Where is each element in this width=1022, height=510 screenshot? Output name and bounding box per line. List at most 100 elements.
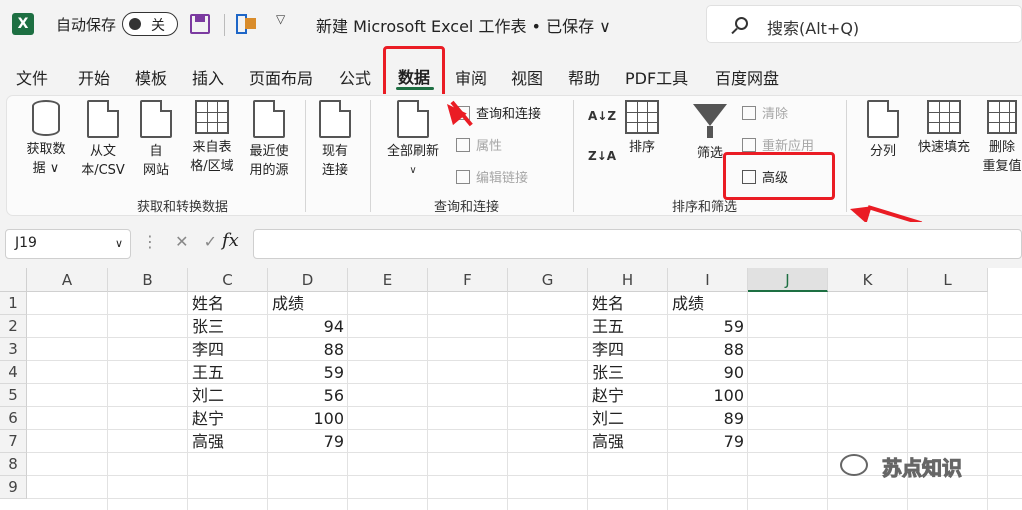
recent-sources-button[interactable]: 最近使 用的源 bbox=[243, 100, 295, 180]
cell-i5[interactable]: 100 bbox=[668, 384, 748, 407]
cell-c6[interactable]: 赵宁 bbox=[188, 407, 268, 430]
tab-baidu-netdisk[interactable]: 百度网盘 bbox=[715, 65, 779, 89]
column-header-f[interactable]: F bbox=[428, 268, 508, 292]
tab-view[interactable]: 视图 bbox=[511, 65, 543, 89]
divider bbox=[370, 100, 371, 212]
recent-sources-label-2: 用的源 bbox=[249, 163, 289, 178]
row-header-1[interactable]: 1 bbox=[0, 292, 27, 315]
tab-page-layout[interactable]: 页面布局 bbox=[249, 65, 313, 89]
column-header-b[interactable]: B bbox=[108, 268, 188, 292]
row-header-5[interactable]: 5 bbox=[0, 384, 27, 407]
split-label: 分列 bbox=[869, 144, 896, 159]
cell-d2[interactable]: 94 bbox=[268, 315, 348, 338]
autosave-toggle[interactable]: 关 bbox=[122, 12, 178, 36]
column-header-g[interactable]: G bbox=[508, 268, 588, 292]
refresh-all-button[interactable]: 全部刷新 ∨ bbox=[380, 100, 446, 180]
cell-d6[interactable]: 100 bbox=[268, 407, 348, 430]
cell-h4[interactable]: 张三 bbox=[588, 361, 668, 384]
cell-c4[interactable]: 王五 bbox=[188, 361, 268, 384]
cell-h5[interactable]: 赵宁 bbox=[588, 384, 668, 407]
tab-formulas[interactable]: 公式 bbox=[339, 65, 371, 89]
cell-c7[interactable]: 高强 bbox=[188, 430, 268, 453]
tab-home[interactable]: 开始 bbox=[78, 65, 110, 89]
column-header-i[interactable]: I bbox=[668, 268, 748, 292]
database-icon bbox=[32, 100, 60, 136]
from-web-button[interactable]: 自 网站 bbox=[134, 100, 178, 180]
tab-templates[interactable]: 模板 bbox=[135, 65, 167, 89]
cell-i3[interactable]: 88 bbox=[668, 338, 748, 361]
tab-help[interactable]: 帮助 bbox=[568, 65, 600, 89]
flash-fill-button[interactable]: 快速填充 bbox=[910, 100, 978, 157]
column-header-k[interactable]: K bbox=[828, 268, 908, 292]
cell-i1[interactable]: 成绩 bbox=[668, 292, 748, 315]
tab-file[interactable]: 文件 bbox=[16, 65, 48, 89]
column-header-j[interactable]: J bbox=[748, 268, 828, 292]
group-label-get-transform: 获取和转换数据 bbox=[137, 200, 229, 215]
cell-i2[interactable]: 59 bbox=[668, 315, 748, 338]
tab-review[interactable]: 审阅 bbox=[455, 65, 487, 89]
from-text-csv-button[interactable]: 从文 本/CSV bbox=[76, 100, 130, 180]
cell-c3[interactable]: 李四 bbox=[188, 338, 268, 361]
get-data-button[interactable]: 获取数 据 ∨ bbox=[18, 100, 74, 178]
select-all-corner[interactable] bbox=[0, 268, 27, 292]
cell-h7[interactable]: 高强 bbox=[588, 430, 668, 453]
sort-ascending-icon[interactable]: A↓Z bbox=[588, 110, 616, 123]
cell-d4[interactable]: 59 bbox=[268, 361, 348, 384]
cell-i7[interactable]: 79 bbox=[668, 430, 748, 453]
row-header-4[interactable]: 4 bbox=[0, 361, 27, 384]
properties-button[interactable]: 属性 bbox=[456, 135, 502, 154]
text-to-columns-button[interactable]: 分列 bbox=[860, 100, 906, 161]
column-header-a[interactable]: A bbox=[27, 268, 108, 292]
cancel-icon[interactable]: ✕ bbox=[175, 232, 188, 251]
name-box[interactable]: J19 ∨ bbox=[5, 229, 131, 259]
clear-filter-button[interactable]: 清除 bbox=[742, 103, 788, 122]
highlight-box-data-tab bbox=[383, 46, 445, 100]
document-title[interactable]: 新建 Microsoft Excel 工作表 • 已保存 ∨ bbox=[316, 13, 611, 37]
row-header-9[interactable]: 9 bbox=[0, 476, 27, 499]
gridline bbox=[987, 292, 988, 510]
cell-i6[interactable]: 89 bbox=[668, 407, 748, 430]
cell-c1[interactable]: 姓名 bbox=[188, 292, 268, 315]
row-header-7[interactable]: 7 bbox=[0, 430, 27, 453]
search-box[interactable]: 搜索(Alt+Q) bbox=[706, 5, 1022, 43]
cell-h1[interactable]: 姓名 bbox=[588, 292, 668, 315]
cell-h6[interactable]: 刘二 bbox=[588, 407, 668, 430]
from-table-button[interactable]: 来自表 格/区域 bbox=[183, 100, 241, 176]
insert-function-icon[interactable]: fx bbox=[222, 230, 239, 251]
save-icon[interactable] bbox=[190, 14, 210, 34]
formula-input[interactable] bbox=[253, 229, 1022, 259]
cell-d7[interactable]: 79 bbox=[268, 430, 348, 453]
row-header-3[interactable]: 3 bbox=[0, 338, 27, 361]
cell-h2[interactable]: 王五 bbox=[588, 315, 668, 338]
enter-icon[interactable]: ✓ bbox=[204, 232, 217, 251]
sort-descending-icon[interactable]: Z↓A bbox=[588, 150, 616, 163]
existing-connections-button[interactable]: 现有 连接 bbox=[312, 100, 358, 180]
tab-pdf-tools[interactable]: PDF工具 bbox=[625, 65, 688, 89]
quick-access-icon[interactable] bbox=[236, 14, 256, 34]
cell-d3[interactable]: 88 bbox=[268, 338, 348, 361]
edit-links-button[interactable]: 编辑链接 bbox=[456, 167, 528, 186]
sort-button[interactable]: 排序 bbox=[620, 100, 664, 157]
remove-duplicates-label-2: 重复值 bbox=[982, 159, 1022, 174]
row-header-6[interactable]: 6 bbox=[0, 407, 27, 430]
cell-c5[interactable]: 刘二 bbox=[188, 384, 268, 407]
tab-insert[interactable]: 插入 bbox=[192, 65, 224, 89]
column-header-l[interactable]: L bbox=[908, 268, 988, 292]
customize-quick-access-chevron-icon[interactable]: ▽ bbox=[276, 12, 285, 26]
cell-d5[interactable]: 56 bbox=[268, 384, 348, 407]
cell-c2[interactable]: 张三 bbox=[188, 315, 268, 338]
column-header-c[interactable]: C bbox=[188, 268, 268, 292]
chevron-down-icon[interactable]: ∨ bbox=[115, 237, 123, 250]
clear-label: 清除 bbox=[762, 107, 789, 122]
cell-i4[interactable]: 90 bbox=[668, 361, 748, 384]
column-header-h[interactable]: H bbox=[588, 268, 668, 292]
column-header-e[interactable]: E bbox=[348, 268, 428, 292]
remove-duplicates-button[interactable]: 删除 重复值 bbox=[982, 100, 1022, 176]
column-header-d[interactable]: D bbox=[268, 268, 348, 292]
cell-d1[interactable]: 成绩 bbox=[268, 292, 348, 315]
row-header-8[interactable]: 8 bbox=[0, 453, 27, 476]
row-header-2[interactable]: 2 bbox=[0, 315, 27, 338]
remove-duplicates-icon bbox=[987, 100, 1017, 134]
from-table-label-1: 来自表 bbox=[192, 140, 232, 155]
cell-h3[interactable]: 李四 bbox=[588, 338, 668, 361]
